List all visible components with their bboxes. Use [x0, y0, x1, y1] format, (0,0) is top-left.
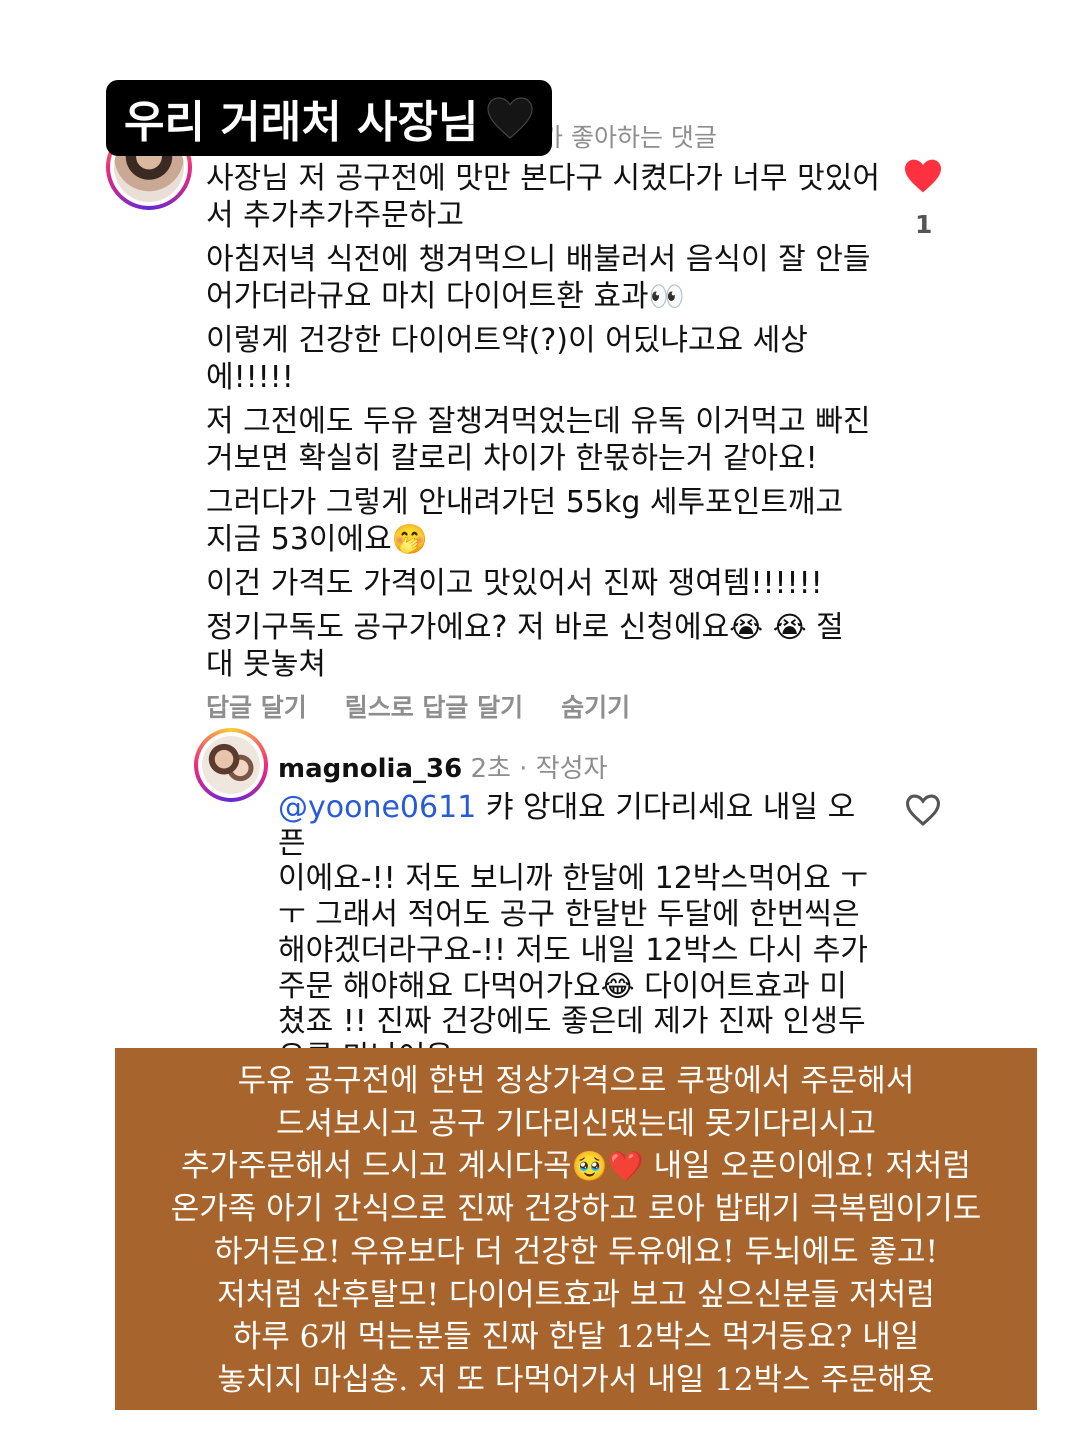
comment-line: 대 못놓쳐: [206, 647, 326, 682]
caption-line: 추가주문해서 드시고 계시다곡🥹❤️ 내일 오픈이에요! 저처럼: [115, 1145, 1037, 1188]
eyes-emoji-icon: 👀: [648, 279, 685, 313]
comment-line: 서 추가추가주문하고: [206, 198, 464, 233]
comment-line: 정기구독도 공구가에요? 저 바로 신청에요: [206, 610, 730, 645]
caption-line: 두유 공구전에 한번 정상가격으로 쿠팡에서 주문해서: [237, 1063, 915, 1099]
reply-line: 주문 해야해요 다먹어가요: [278, 968, 601, 1004]
like-count: 1: [915, 210, 933, 239]
shush-emoji-icon: 🤭: [391, 522, 428, 556]
comment-line: 그러다가 그렇게 안내려가던 55kg 세투포인트깨고: [206, 485, 844, 520]
main-comment-text: 사장님 저 공구전에 맛만 본다구 시켰다가 너무 맛있어 서 추가추가주문하고…: [206, 160, 886, 690]
reply-line: 이에요-!! 저도 보니까 한달에 12박스먹어요 ㅜ: [278, 861, 868, 897]
pleading-emoji-icon: 🥹: [571, 1149, 608, 1184]
caption-text: 추가주문해서 드시고 계시다곡: [181, 1148, 572, 1185]
comment-line: 절: [816, 610, 844, 645]
reply-author-avatar[interactable]: [194, 728, 268, 802]
reply-username[interactable]: magnolia_36: [278, 754, 462, 784]
crying-emoji-icon: 😭: [772, 610, 807, 644]
overlay-title: 우리 거래처 사장님: [106, 80, 553, 156]
mention-link[interactable]: @yoone0611: [278, 790, 476, 825]
red-heart-emoji-icon: ❤️: [607, 1149, 644, 1184]
hide-button[interactable]: 숨기기: [561, 688, 630, 724]
caption-text: 내일 오픈이에요! 저처럼: [653, 1148, 971, 1185]
caption-box: 두유 공구전에 한번 정상가격으로 쿠팡에서 주문해서 드셔보시고 공구 기다리…: [115, 1048, 1037, 1410]
reply-line: 쳤죠 !! 진짜 건강에도 좋은데 제가 진짜 인생두: [278, 1004, 866, 1040]
crying-emoji-icon: 😭: [729, 610, 764, 644]
caption-line: 드셔보시고 공구 기다리신댔는데 못기다리시고: [276, 1105, 876, 1142]
reply-meta: 2초 · 작성자: [470, 754, 608, 784]
caption-line: 놓치지 마십숑. 저 또 다먹어가서 내일 12박스 주문해욧: [217, 1361, 935, 1398]
laughing-emoji-icon: 😂: [600, 968, 635, 1003]
comment-line: 어가더라규요 마치 다이어트환 효과: [206, 279, 649, 314]
comment-line: 사장님 저 공구전에 맛만 본다구 시켰다가 너무 맛있어: [206, 161, 880, 196]
comment-line: 이건 가격도 가격이고 맛있어서 진짜 쟁여템!!!!!!: [206, 566, 823, 601]
black-heart-icon: [487, 97, 534, 139]
reply-header: magnolia_36 2초 · 작성자: [278, 748, 607, 785]
like-heart-outline-icon[interactable]: [904, 793, 942, 827]
comment-line: 이렇게 건강한 다이어트약(?)이 어딨냐고요 세상: [206, 323, 808, 358]
comment-line: 지금 53이에요: [206, 522, 392, 557]
reply-line: ㅜ 그래서 적어도 공구 한달반 두달에 한번씩은: [278, 897, 860, 933]
reels-reply-button[interactable]: 릴스로 답글 달기: [345, 688, 523, 724]
liked-heart-icon[interactable]: [903, 158, 943, 194]
overlay-title-text: 우리 거래처 사장님: [124, 97, 479, 148]
comment-actions: 답글 달기 릴스로 답글 달기 숨기기: [206, 688, 630, 724]
reply-text: @yoone0611 캬 앙대요 기다리세요 내일 오픈 이에요-!! 저도 보…: [278, 790, 878, 1076]
comment-line: 아침저녁 식전에 챙겨먹으니 배불러서 음식이 잘 안들: [206, 242, 871, 277]
comment-line: 저 그전에도 두유 잘챙겨먹었는데 유독 이거먹고 빠진: [206, 404, 871, 439]
reply-line: 해야겠더라구요-!! 저도 내일 12박스 다시 추가: [278, 932, 868, 968]
caption-line: 하거든요! 우유보다 더 건강한 두유에요! 두뇌에도 좋고!: [214, 1233, 938, 1270]
caption-line: 온가족 아기 간식으로 진짜 건강하고 로아 밥태기 극복템이기도: [170, 1191, 982, 1228]
reply-line: 다이어트효과 미: [644, 968, 847, 1004]
comment-line: 거보면 확실히 칼로리 차이가 한몫하는거 같아요!: [206, 441, 818, 476]
caption-line: 하루 6개 먹는분들 진짜 한달 12박스 먹거등요? 내일: [232, 1319, 920, 1356]
liked-by-note: 가 좋아하는 댓글: [540, 123, 717, 152]
comment-line: 에!!!!!: [206, 360, 294, 395]
avatar-photo: [202, 736, 260, 794]
caption-line: 저처럼 산후탈모! 다이어트효과 보고 싶으신분들 저처럼: [217, 1276, 935, 1313]
reply-button[interactable]: 답글 달기: [206, 688, 307, 724]
